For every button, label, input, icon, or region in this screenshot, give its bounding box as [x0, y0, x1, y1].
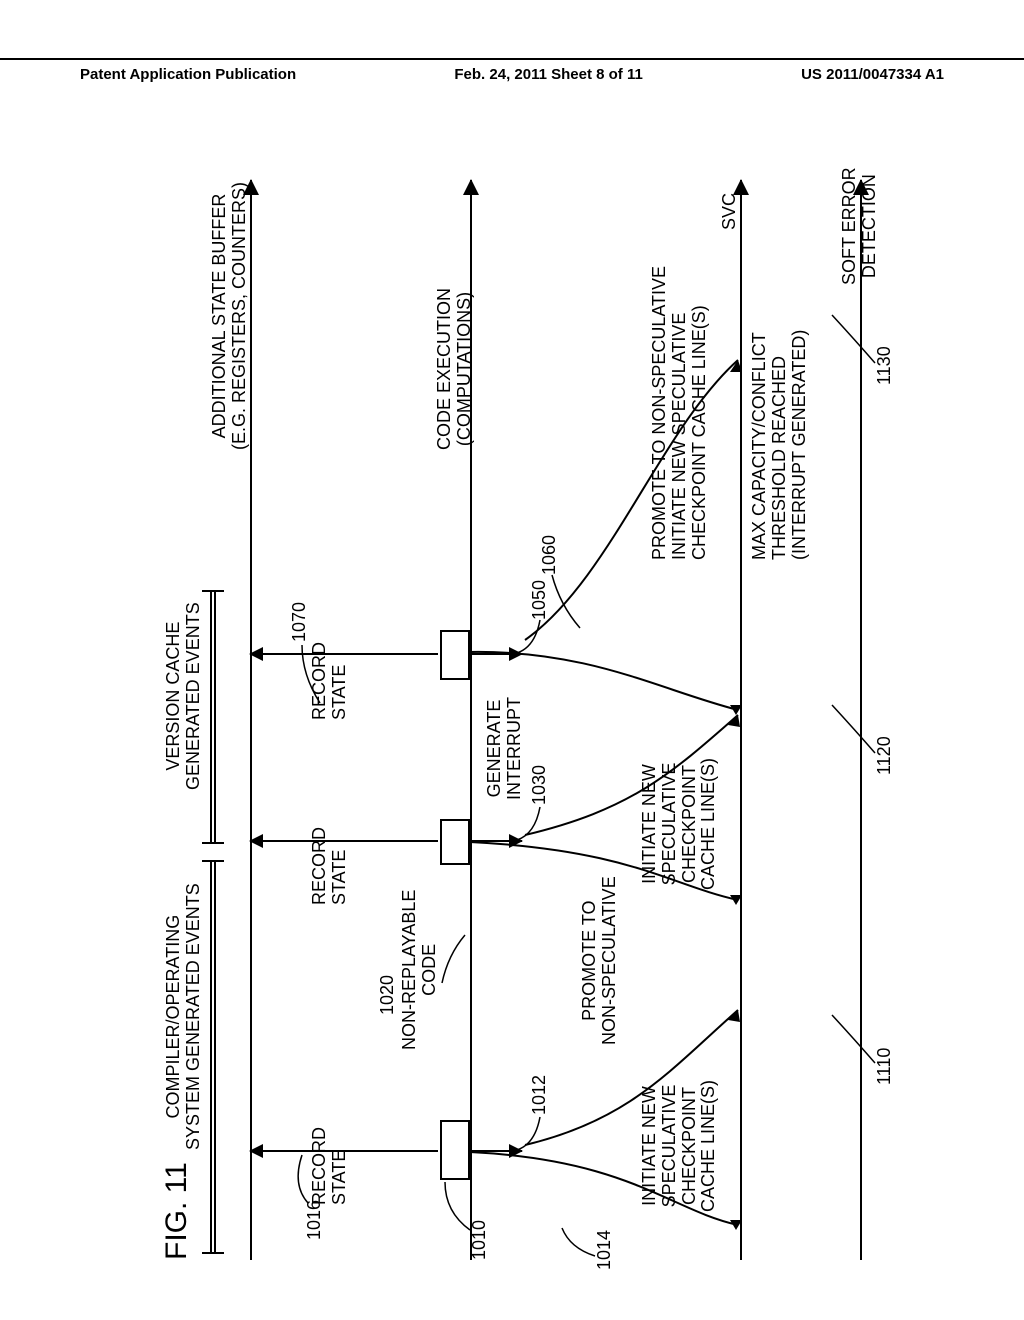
ref-1020: 1020 [378, 975, 398, 1015]
label-record-state-1: RECORD STATE [310, 1127, 350, 1205]
label-promote-full: PROMOTE TO NON-SPECULATIVE INITIATE NEW … [650, 266, 709, 560]
lead-1110 [830, 1005, 880, 1065]
figure-label: FIG. 11 [160, 1162, 194, 1260]
header-center: Feb. 24, 2011 Sheet 8 of 11 [454, 66, 642, 86]
version-cache-title: VERSION CACHE GENERATED EVENTS [164, 602, 204, 790]
code-exec-title: CODE EXECUTION (COMPUTATIONS) [435, 288, 475, 450]
box-mid [440, 819, 470, 865]
ref-1014: 1014 [595, 1230, 615, 1270]
timeline-additional-state [250, 180, 252, 1260]
compiler-events-extent [210, 862, 216, 1252]
compiler-events-title: COMPILER/OPERATING SYSTEM GENERATED EVEN… [164, 883, 204, 1150]
ref-1060: 1060 [540, 535, 560, 575]
box-1010 [440, 1120, 470, 1180]
ref-1010: 1010 [470, 1220, 490, 1260]
svc-title: SVC [720, 193, 740, 230]
lead-1070 [300, 635, 325, 705]
label-init-spec-1: INITIATE NEW SPECULATIVE CHECKPOINT CACH… [640, 1080, 719, 1212]
lead-1130 [830, 305, 880, 365]
additional-state-title: ADDITIONAL STATE BUFFER (E.G. REGISTERS,… [210, 182, 250, 450]
lead-1120 [830, 695, 880, 755]
ref-1130: 1130 [875, 346, 895, 385]
label-non-replayable: NON-REPLAYABLE CODE [400, 890, 440, 1050]
version-cache-extent [210, 592, 216, 842]
lead-1020 [440, 925, 470, 985]
label-init-spec-2: INITIATE NEW SPECULATIVE CHECKPOINT CACH… [640, 758, 719, 890]
lead-1060 [550, 570, 585, 630]
figure-11-diagram: FIG. 11 COMPILER/OPERATING SYSTEM GENERA… [160, 160, 930, 1260]
ref-1120: 1120 [875, 736, 895, 775]
ref-1016: 1016 [305, 1200, 325, 1240]
box-right [440, 630, 470, 680]
label-record-state-2: RECORD STATE [310, 827, 350, 905]
header-left: Patent Application Publication [80, 66, 296, 86]
soft-error-title: SOFT ERROR DETECTION [840, 167, 880, 285]
label-max-cap: MAX CAPACITY/CONFLICT THRESHOLD REACHED … [750, 330, 809, 560]
page-header: Patent Application Publication Feb. 24, … [0, 58, 1024, 86]
header-right: US 2011/0047334 A1 [801, 66, 944, 86]
lead-1016 [290, 1145, 315, 1205]
label-promote-nonspec: PROMOTE TO NON-SPECULATIVE [580, 876, 620, 1045]
ref-1070: 1070 [290, 602, 310, 642]
ref-1110: 1110 [875, 1048, 895, 1085]
